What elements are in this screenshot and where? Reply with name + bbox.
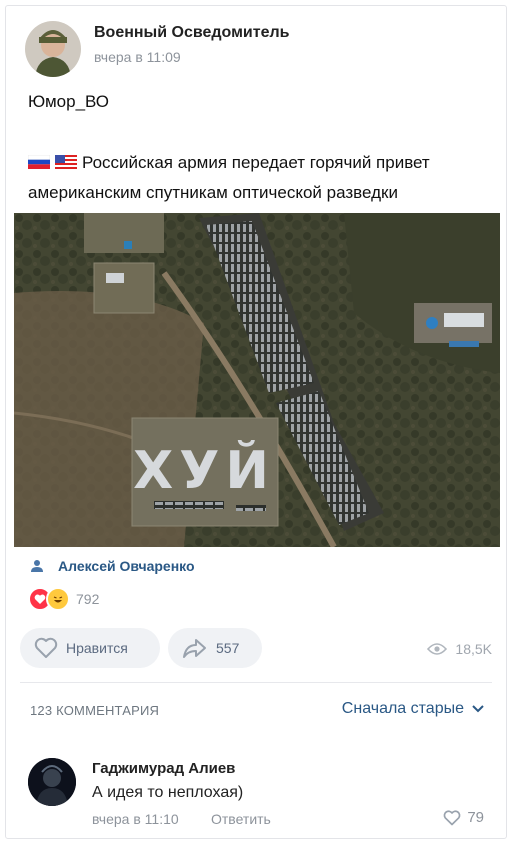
comment-author[interactable]: Гаджимурад Алиев (92, 760, 235, 777)
views-count: 18,5K (455, 641, 492, 657)
photo-ground-text: ХУЙ (133, 440, 275, 501)
comments-count: 123 КОММЕНТАРИЯ (30, 703, 160, 718)
post-hashtag-line: Юмор_ВО (28, 92, 110, 111)
comments-sort-select[interactable]: Сначала старые (342, 700, 484, 718)
comment-avatar[interactable] (28, 758, 76, 806)
like-button[interactable]: Нравится (20, 628, 160, 668)
author-avatar[interactable] (25, 21, 81, 77)
heart-icon (34, 637, 58, 658)
like-button-label: Нравится (66, 640, 128, 656)
author-name[interactable]: Военный Осведомитель (94, 24, 290, 42)
sort-label: Сначала старые (341, 700, 464, 717)
post-card: Военный Осведомитель вчера в 11:09 Юмор_… (5, 5, 507, 839)
post-text: Российская армия передает горячий привет… (28, 148, 498, 208)
views-counter: 18,5K (427, 641, 492, 657)
reactions-count: 792 (76, 591, 100, 607)
share-count: 557 (216, 640, 240, 656)
post-timestamp[interactable]: вчера в 11:09 (94, 49, 181, 65)
usa-flag-icon (55, 155, 77, 169)
comment-like-button[interactable]: 79 (443, 809, 484, 826)
russia-flag-icon (28, 155, 50, 169)
share-button[interactable]: 557 (168, 628, 262, 668)
post-photo[interactable]: ХУЙ (14, 213, 500, 547)
post-body-text: Российская армия передает горячий привет… (28, 153, 430, 202)
eye-icon (427, 643, 448, 655)
comment-text: А идея то неплохая) (92, 784, 244, 801)
laugh-reaction-icon (46, 587, 70, 611)
comment-like-count: 79 (467, 809, 484, 826)
heart-icon (443, 809, 461, 825)
share-arrow-icon (183, 639, 206, 658)
reactions-summary[interactable]: 792 (28, 587, 99, 611)
post-signer[interactable]: Алексей Овчаренко (30, 558, 195, 574)
chevron-down-icon (472, 705, 484, 713)
divider (20, 682, 492, 683)
signer-name: Алексей Овчаренко (58, 558, 195, 574)
person-icon (31, 560, 43, 572)
comment-timestamp[interactable]: вчера в 11:10 (92, 811, 179, 827)
comment-reply-button[interactable]: Ответить (211, 811, 271, 827)
